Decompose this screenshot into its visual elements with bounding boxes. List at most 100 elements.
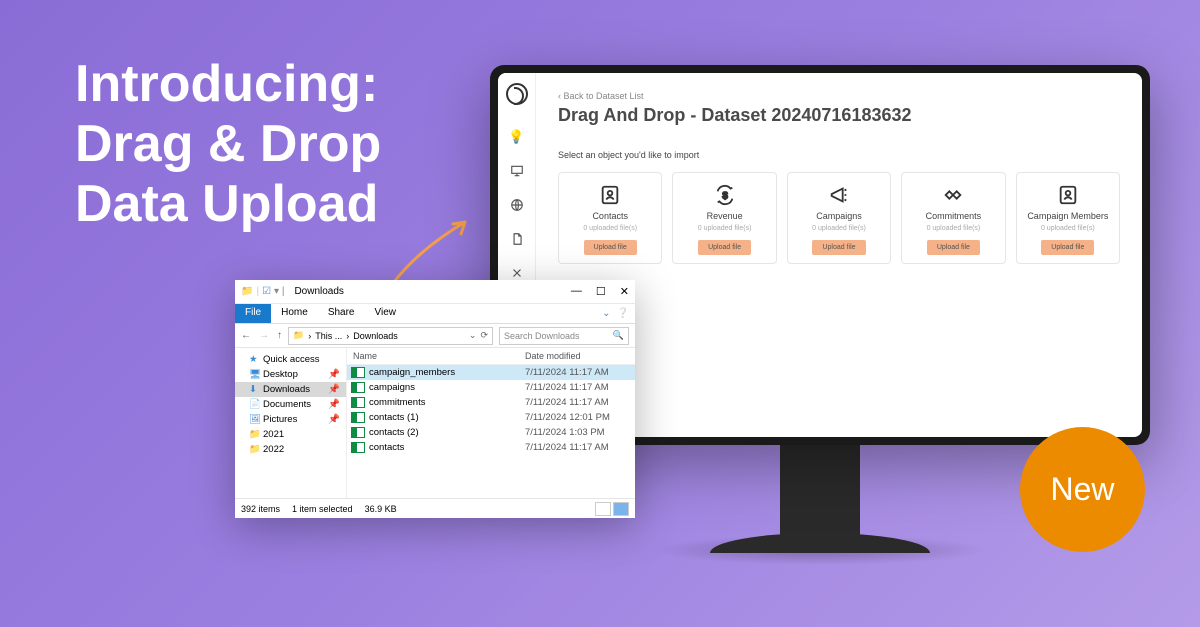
tab-share[interactable]: Share [318, 304, 365, 323]
column-date[interactable]: Date modified [525, 351, 635, 361]
refresh-icon[interactable]: ⟳ [480, 330, 488, 341]
excel-file-icon [351, 412, 365, 423]
nav-forward-button[interactable]: → [259, 330, 269, 341]
upload-button[interactable]: Upload file [584, 240, 637, 255]
file-row[interactable]: contacts (1) 7/11/2024 12:01 PM [347, 410, 635, 425]
new-badge: New [1020, 427, 1145, 552]
excel-file-icon [351, 382, 365, 393]
excel-file-icon [351, 397, 365, 408]
excel-file-icon [351, 427, 365, 438]
file-list-pane: Name Date modified campaign_members 7/11… [347, 348, 635, 498]
upload-button[interactable]: Upload file [1041, 240, 1094, 255]
close-button[interactable]: ✕ [620, 285, 629, 298]
card-title: Revenue [707, 211, 743, 221]
card-subtitle: 0 uploaded file(s) [583, 225, 637, 232]
view-details-button[interactable] [595, 502, 611, 516]
card-contacts[interactable]: Contacts 0 uploaded file(s) Upload file [558, 172, 662, 264]
address-bar-row: ← → ↑ 📁 › This ... › Downloads ⌄ ⟳ Searc… [235, 324, 635, 348]
card-campaigns[interactable]: Campaigns 0 uploaded file(s) Upload file [787, 172, 891, 264]
file-date: 7/11/2024 11:17 AM [525, 397, 635, 408]
file-row[interactable]: campaigns 7/11/2024 11:17 AM [347, 380, 635, 395]
file-date: 7/11/2024 12:01 PM [525, 412, 635, 423]
minimize-button[interactable]: — [571, 285, 582, 298]
hero-line-2: Drag & Drop [75, 115, 381, 175]
nav-pictures[interactable]: 🖼Pictures📌 [235, 412, 346, 427]
excel-file-icon [351, 442, 365, 453]
file-row[interactable]: contacts (2) 7/11/2024 1:03 PM [347, 425, 635, 440]
import-instruction: Select an object you'd like to import [558, 150, 1120, 160]
status-item-count: 392 items [241, 504, 280, 514]
file-name: contacts [369, 442, 525, 453]
file-date: 7/11/2024 11:17 AM [525, 442, 635, 453]
file-name: contacts (1) [369, 412, 525, 423]
upload-button[interactable]: Upload file [698, 240, 751, 255]
explorer-nav-pane: ★Quick access 🖥Desktop📌 ⬇Downloads📌 📄Doc… [235, 348, 347, 498]
breadcrumb-chevron[interactable]: › [308, 331, 311, 341]
checkbox-icon[interactable]: ☑ [262, 286, 271, 297]
card-revenue[interactable]: $ Revenue 0 uploaded file(s) Upload file [672, 172, 776, 264]
presentation-icon[interactable] [509, 163, 525, 179]
back-link[interactable]: ‹ Back to Dataset List [558, 91, 1120, 101]
card-subtitle: 0 uploaded file(s) [1041, 225, 1095, 232]
lightbulb-icon[interactable]: 💡 [509, 129, 525, 145]
file-explorer-window: 📁 | ☑ ▾ | Downloads — ☐ ✕ File Home Shar… [235, 280, 635, 518]
view-large-button[interactable] [613, 502, 629, 516]
nav-up-button[interactable]: ↑ [277, 330, 282, 341]
address-bar[interactable]: 📁 › This ... › Downloads ⌄ ⟳ [288, 327, 493, 345]
revenue-icon: $ [714, 183, 736, 207]
tab-home[interactable]: Home [271, 304, 318, 323]
column-name[interactable]: Name [347, 351, 525, 361]
file-row[interactable]: contacts 7/11/2024 11:17 AM [347, 440, 635, 455]
card-title: Campaigns [816, 211, 862, 221]
contact-icon [599, 183, 621, 207]
card-title: Contacts [592, 211, 628, 221]
file-date: 7/11/2024 1:03 PM [525, 427, 635, 438]
card-subtitle: 0 uploaded file(s) [927, 225, 981, 232]
file-name: contacts (2) [369, 427, 525, 438]
file-row[interactable]: commitments 7/11/2024 11:17 AM [347, 395, 635, 410]
hero-heading: Introducing: Drag & Drop Data Upload [75, 55, 381, 234]
globe-icon[interactable] [509, 197, 525, 213]
explorer-titlebar[interactable]: 📁 | ☑ ▾ | Downloads — ☐ ✕ [235, 280, 635, 304]
tab-view[interactable]: View [365, 304, 407, 323]
nav-quick-access[interactable]: ★Quick access [235, 352, 346, 367]
ribbon-tabs: File Home Share View ⌄ ❔ [235, 304, 635, 324]
members-icon [1057, 183, 1079, 207]
breadcrumb-root[interactable]: This ... [315, 331, 342, 341]
badge-label: New [1050, 471, 1114, 508]
nav-back-button[interactable]: ← [241, 330, 251, 341]
file-list-header[interactable]: Name Date modified [347, 348, 635, 365]
card-subtitle: 0 uploaded file(s) [812, 225, 866, 232]
file-date: 7/11/2024 11:17 AM [525, 367, 635, 378]
status-selection: 1 item selected [292, 504, 353, 514]
tab-file[interactable]: File [235, 304, 271, 323]
address-dropdown-icon[interactable]: ⌄ [469, 330, 477, 341]
megaphone-icon [828, 183, 850, 207]
nav-2022[interactable]: 📁2022 [235, 442, 346, 457]
search-input[interactable]: Search Downloads 🔍 [499, 327, 629, 345]
handshake-icon [942, 183, 964, 207]
chevron-down-icon[interactable]: ⌄ [602, 308, 610, 319]
breadcrumb-current[interactable]: Downloads [353, 331, 398, 341]
nav-downloads[interactable]: ⬇Downloads📌 [235, 382, 346, 397]
card-commitments[interactable]: Commitments 0 uploaded file(s) Upload fi… [901, 172, 1005, 264]
status-bar: 392 items 1 item selected 36.9 KB [235, 498, 635, 518]
help-icon[interactable]: ❔ [617, 308, 629, 319]
document-icon[interactable] [509, 231, 525, 247]
card-title: Commitments [926, 211, 982, 221]
hero-line-1: Introducing: [75, 55, 381, 115]
page-title: Drag And Drop - Dataset 20240716183632 [558, 105, 1120, 126]
tools-icon[interactable] [509, 265, 525, 281]
maximize-button[interactable]: ☐ [596, 285, 606, 298]
nav-documents[interactable]: 📄Documents📌 [235, 397, 346, 412]
breadcrumb-chevron[interactable]: › [346, 331, 349, 341]
nav-2021[interactable]: 📁2021 [235, 427, 346, 442]
svg-text:$: $ [722, 191, 727, 201]
status-size: 36.9 KB [365, 504, 397, 514]
upload-button[interactable]: Upload file [812, 240, 865, 255]
file-row[interactable]: campaign_members 7/11/2024 11:17 AM [347, 365, 635, 380]
card-campaign-members[interactable]: Campaign Members 0 uploaded file(s) Uplo… [1016, 172, 1120, 264]
upload-button[interactable]: Upload file [927, 240, 980, 255]
nav-desktop[interactable]: 🖥Desktop📌 [235, 367, 346, 382]
file-name: campaign_members [369, 367, 525, 378]
